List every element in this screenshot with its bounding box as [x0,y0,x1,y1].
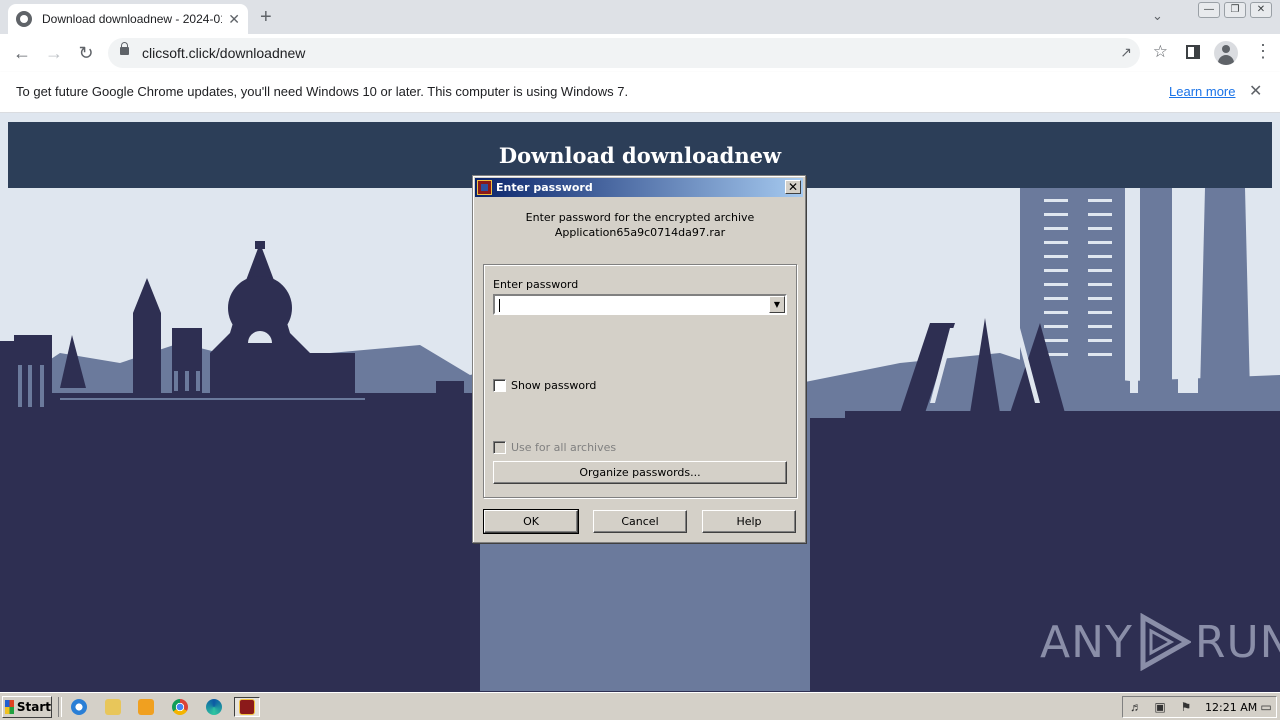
forward-arrow-icon[interactable]: → [42,41,66,65]
profile-avatar-icon[interactable] [1214,41,1238,65]
new-tab-button[interactable]: + [260,6,272,29]
action-center-flag-icon[interactable]: ⚑ [1179,700,1193,714]
use-for-all-archives-checkbox: Use for all archives [493,441,616,454]
checkbox-box-disabled [493,441,506,454]
dialog-titlebar[interactable]: Enter password ✕ [475,178,803,197]
volume-icon[interactable]: ♬ [1129,700,1143,714]
reload-icon[interactable]: ↻ [74,41,98,65]
edge-icon[interactable] [201,697,227,717]
back-arrow-icon[interactable]: ← [10,41,34,65]
checkbox-box[interactable] [493,379,506,392]
share-icon[interactable]: ↗ [1120,44,1132,61]
window-controls: — ❐ ✕ [1198,2,1272,18]
show-desktop-icon[interactable]: ▭ [1259,700,1273,714]
text-caret [499,299,500,312]
description-line-1: Enter password for the encrypted archive [525,211,755,224]
network-icon[interactable]: ▣ [1153,700,1167,714]
windows-flag-icon [5,700,14,714]
show-password-label[interactable]: Show password [511,379,596,392]
internet-explorer-icon[interactable] [66,697,92,717]
page-title: Download downloadnew [498,142,782,168]
windows-taskbar: Start ♬ ▣ ⚑ 12:21 AM ▭ [0,692,1280,720]
help-button[interactable]: Help [702,510,796,533]
dialog-description: Enter password for the encrypted archive… [473,210,807,240]
password-groupbox: Enter password ▼ Show password Use for a… [483,264,797,498]
minimize-button[interactable]: — [1198,2,1220,18]
update-infobar: To get future Google Chrome updates, you… [0,72,1280,113]
browser-toolbar: ← → ↻ clicsoft.click/downloadnew ↗ ☆ ⋮ [0,34,1280,73]
winrar-taskbar-icon[interactable] [234,697,260,717]
start-label[interactable]: Start [17,700,51,714]
winrar-app-icon [477,180,492,195]
play-logo-icon [1140,613,1191,671]
browser-tab[interactable]: Download downloadnew - 2024-01- ✕ [8,4,248,34]
password-field-label: Enter password [493,278,579,291]
chrome-icon[interactable] [167,697,193,717]
show-password-checkbox[interactable]: Show password [493,379,596,392]
tab-close-icon[interactable]: ✕ [228,11,240,28]
tab-title: Download downloadnew - 2024-01- [42,12,223,26]
url-text[interactable]: clicsoft.click/downloadnew [142,45,305,61]
anyrun-watermark: ANY RUN [1040,610,1280,674]
lock-icon[interactable] [120,42,129,55]
address-bar[interactable]: clicsoft.click/downloadnew ↗ ☆ [108,38,1168,68]
watermark-text-left: ANY [1040,616,1133,668]
learn-more-link[interactable]: Learn more [1169,84,1235,99]
enter-password-dialog: Enter password ✕ Enter password for the … [472,175,806,543]
dialog-title: Enter password [496,181,593,194]
kebab-menu-icon[interactable]: ⋮ [1254,41,1272,62]
password-input[interactable]: ▼ [493,294,787,315]
tab-search-chevron-icon[interactable]: ⌄ [1152,8,1163,24]
cancel-button[interactable]: Cancel [593,510,687,533]
close-window-button[interactable]: ✕ [1250,2,1272,18]
bookmark-star-icon[interactable]: ☆ [1153,42,1168,62]
use-for-all-label: Use for all archives [511,441,617,454]
infobar-close-icon[interactable]: ✕ [1249,81,1262,101]
watermark-text-right: RUN [1194,616,1280,668]
ok-button[interactable]: OK [483,509,579,534]
dropdown-arrow-icon[interactable]: ▼ [769,296,785,313]
infobar-message: To get future Google Chrome updates, you… [16,84,629,99]
archive-filename: Application65a9c0714da97.rar [554,226,726,239]
clock[interactable]: 12:21 AM [1205,701,1257,714]
taskbar-separator [58,697,62,717]
organize-passwords-button[interactable]: Organize passwords... [493,461,787,484]
system-tray: ♬ ▣ ⚑ 12:21 AM ▭ [1122,696,1277,718]
dialog-close-button[interactable]: ✕ [785,180,801,194]
start-button[interactable]: Start [2,696,52,718]
file-explorer-icon[interactable] [100,697,126,717]
tab-strip: Download downloadnew - 2024-01- ✕ + ⌄ — … [0,0,1280,34]
media-player-icon[interactable] [133,697,159,717]
side-panel-icon[interactable] [1186,45,1200,59]
restore-button[interactable]: ❐ [1224,2,1246,18]
globe-icon [16,11,32,27]
